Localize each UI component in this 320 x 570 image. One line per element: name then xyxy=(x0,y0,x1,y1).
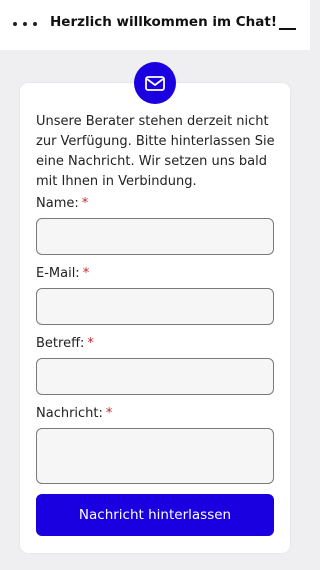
message-field[interactable] xyxy=(36,428,274,484)
minimize-icon[interactable] xyxy=(279,18,297,32)
chat-header: Herzlich willkommen im Chat! xyxy=(0,0,310,50)
required-marker: * xyxy=(105,406,113,421)
required-marker: * xyxy=(87,336,94,351)
submit-button[interactable]: Nachricht hinterlassen xyxy=(36,494,274,536)
offline-notice: Unsere Berater stehen derzeit nicht zur … xyxy=(36,114,275,189)
required-marker: * xyxy=(81,196,89,211)
offline-message-form: Unsere Berater stehen derzeit nicht zur … xyxy=(20,83,290,553)
subject-label: Betreff: * xyxy=(36,336,94,351)
required-marker: * xyxy=(82,266,90,281)
name-field[interactable] xyxy=(36,218,274,255)
message-label: Nachricht: * xyxy=(36,406,113,421)
name-label: Name: * xyxy=(36,196,89,211)
subject-field[interactable] xyxy=(36,358,274,395)
email-label: E-Mail: * xyxy=(36,266,90,281)
more-dots-icon[interactable] xyxy=(13,14,37,34)
envelope-icon xyxy=(134,62,176,104)
email-field[interactable] xyxy=(36,288,274,325)
chat-title: Herzlich willkommen im Chat! xyxy=(50,14,278,30)
